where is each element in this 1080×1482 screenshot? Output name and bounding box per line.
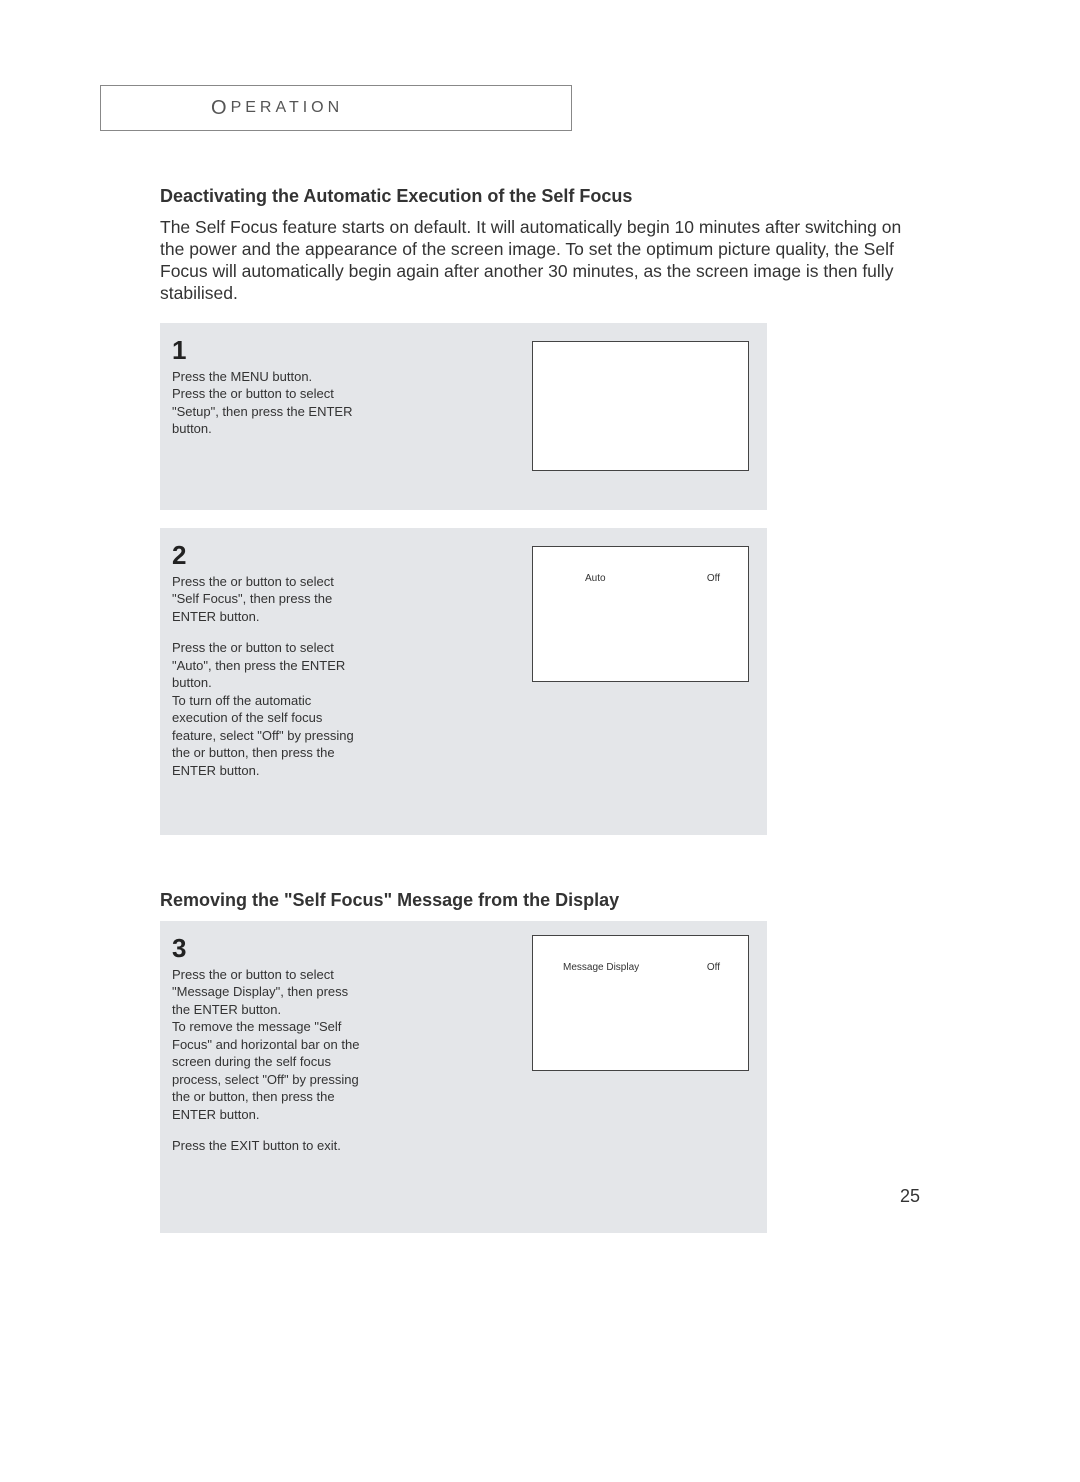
step-3-text: Press the or button to select "Message D… [172,966,362,1155]
osd2-auto: Auto [585,573,606,584]
osd2-off: Off [707,573,720,584]
step-number-1: 1 [172,335,362,366]
osd-screenshot-1 [532,341,749,471]
step3-p2: To remove the message "Self Focus" and h… [172,1018,362,1123]
header-rest: PERATION [231,99,344,117]
osd-screenshot-2: Auto Off [532,546,749,682]
step3-p1: Press the or button to select "Message D… [172,967,348,1017]
osd3-off: Off [707,962,720,973]
step1-line1: Press the MENU button. [172,369,312,384]
step-block-1: 1 Press the MENU button. Press the or bu… [160,323,767,510]
step1-line2: Press the or button to select "Setup", t… [172,386,352,436]
step-block-3: 3 Press the or button to select "Message… [160,921,767,1233]
step-number-2: 2 [172,540,362,571]
page-number: 25 [900,1186,920,1207]
header-cap: O [211,97,231,120]
step-1-text: Press the MENU button. Press the or butt… [172,368,362,438]
section-title-1: Deactivating the Automatic Execution of … [160,186,950,207]
section-header: OPERATION [100,85,572,131]
step-2-text: Press the or button to select "Self Focu… [172,573,362,780]
step2-p3: To turn off the automatic execution of t… [172,693,354,778]
step3-p3: Press the EXIT button to exit. [172,1138,341,1153]
intro-paragraph: The Self Focus feature starts on default… [160,217,930,305]
osd-screenshot-3: Message Display Off [532,935,749,1071]
step2-p1: Press the or button to select "Self Focu… [172,573,362,626]
step2-p2: Press the or button to select "Auto", th… [172,640,345,690]
section-title-2: Removing the "Self Focus" Message from t… [160,890,950,911]
step-block-2: 2 Press the or button to select "Self Fo… [160,528,767,835]
osd3-label: Message Display [563,962,639,973]
step-number-3: 3 [172,933,362,964]
